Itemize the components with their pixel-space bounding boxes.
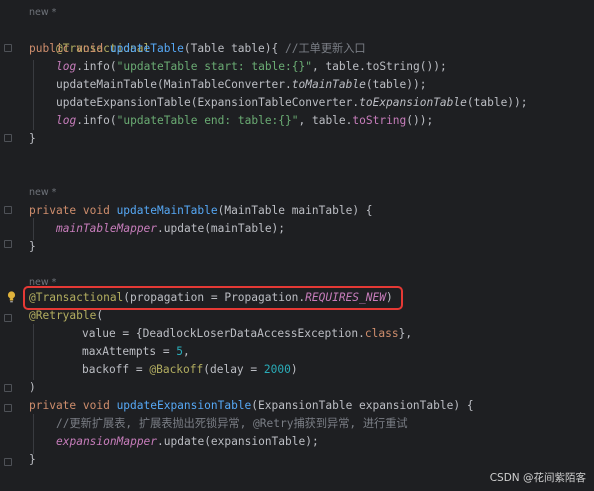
- keyword-token: private void: [29, 399, 117, 412]
- code-line[interactable]: }: [29, 130, 36, 148]
- comment-token: //更新扩展表, 扩展表抛出死锁异常, @Retry捕获到异常, 进行重试: [56, 417, 408, 430]
- code-text: updateMainTable(MainTableConverter.: [56, 78, 292, 91]
- field-token: expansionMapper: [56, 435, 158, 448]
- fold-marker-icon[interactable]: [4, 240, 12, 248]
- code-text: .info(: [76, 114, 117, 127]
- code-line[interactable]: private void updateMainTable(MainTable m…: [29, 202, 373, 220]
- author-hint[interactable]: new *: [29, 184, 56, 202]
- code-text: value = {DeadlockLoserDataAccessExceptio…: [82, 327, 365, 340]
- fold-marker-icon[interactable]: [4, 314, 12, 322]
- number-token: 2000: [263, 363, 291, 376]
- code-line[interactable]: backoff = @Backoff(delay = 2000): [82, 361, 298, 379]
- code-line[interactable]: expansionMapper.update(expansionTable);: [56, 433, 319, 451]
- static-method-token: toExpansionTable: [359, 96, 467, 109]
- code-text: }: [29, 240, 36, 253]
- indent-guide: [33, 324, 34, 380]
- code-line[interactable]: }: [29, 451, 36, 469]
- code-text: ,: [183, 345, 190, 358]
- fold-marker-icon[interactable]: [4, 206, 12, 214]
- indent-guide: [33, 414, 34, 454]
- code-text: (: [96, 309, 104, 322]
- string-token: "updateTable start: table:{}": [116, 60, 312, 73]
- code-line[interactable]: @Retryable(: [29, 307, 103, 325]
- code-text: .update(mainTable);: [157, 222, 286, 235]
- fold-marker-icon[interactable]: [4, 404, 12, 412]
- method-name: updateTable: [109, 42, 184, 55]
- code-text: backoff =: [82, 363, 150, 376]
- code-text: maxAttempts =: [82, 345, 177, 358]
- code-line[interactable]: mainTableMapper.update(mainTable);: [56, 220, 285, 238]
- watermark: CSDN @花间紫陌客: [489, 472, 586, 484]
- string-token: "updateTable end: table:{}": [116, 114, 299, 127]
- code-text: (table));: [365, 78, 427, 91]
- code-text: (delay =: [203, 363, 264, 376]
- code-line[interactable]: ): [29, 379, 36, 397]
- fold-marker-icon[interactable]: [4, 458, 12, 466]
- comment-token: //工单更新入口: [284, 42, 366, 55]
- code-line[interactable]: value = {DeadlockLoserDataAccessExceptio…: [82, 325, 412, 343]
- keyword-token: private void: [29, 204, 117, 217]
- field-token: mainTableMapper: [56, 222, 158, 235]
- code-text: (MainTable mainTable) {: [217, 204, 373, 217]
- code-text: (table));: [466, 96, 528, 109]
- code-line[interactable]: @Transactional: [29, 22, 150, 55]
- code-text: (Table table){: [183, 42, 285, 55]
- code-text: updateExpansionTable(ExpansionTableConve…: [56, 96, 360, 109]
- code-line[interactable]: //更新扩展表, 扩展表抛出死锁异常, @Retry捕获到异常, 进行重试: [56, 415, 408, 433]
- code-text: , table.toString());: [311, 60, 447, 73]
- keyword-token: class: [364, 327, 399, 340]
- field-token: log: [56, 114, 77, 127]
- code-text: , table.: [298, 114, 353, 127]
- code-line[interactable]: public void updateTable(Table table){ //…: [29, 40, 366, 58]
- code-text: ());: [406, 114, 434, 127]
- code-text: .update(expansionTable);: [157, 435, 319, 448]
- code-line[interactable]: log.info("updateTable end: table:{}", ta…: [56, 112, 433, 130]
- lightbulb-icon[interactable]: [7, 291, 16, 303]
- keyword-token: public void: [29, 42, 110, 55]
- code-text: }: [29, 132, 36, 145]
- code-text: (ExpansionTable expansionTable) {: [251, 399, 474, 412]
- method-token: toString: [352, 114, 407, 127]
- code-editor[interactable]: new * @Transactional public void updateT…: [0, 0, 594, 491]
- fold-marker-icon[interactable]: [4, 384, 12, 392]
- code-line[interactable]: updateExpansionTable(ExpansionTableConve…: [56, 94, 528, 112]
- code-text: ): [290, 363, 298, 376]
- fold-marker-icon[interactable]: [4, 134, 12, 142]
- code-text: ): [29, 381, 36, 394]
- method-name: updateExpansionTable: [116, 399, 252, 412]
- code-line[interactable]: log.info("updateTable start: table:{}", …: [56, 58, 447, 76]
- annotation-token: @Backoff: [149, 363, 204, 376]
- indent-guide: [33, 218, 34, 240]
- fold-marker-icon[interactable]: [4, 44, 12, 52]
- code-line[interactable]: maxAttempts = 5,: [82, 343, 190, 361]
- field-token: log: [56, 60, 77, 73]
- method-name: updateMainTable: [116, 204, 218, 217]
- code-text: },: [398, 327, 413, 340]
- code-line[interactable]: private void updateExpansionTable(Expans…: [29, 397, 474, 415]
- static-method-token: toMainTable: [291, 78, 366, 91]
- code-text: }: [29, 453, 36, 466]
- author-hint[interactable]: new *: [29, 4, 56, 22]
- code-line[interactable]: updateMainTable(MainTableConverter.toMai…: [56, 76, 426, 94]
- code-text: .info(: [76, 60, 117, 73]
- annotation-token: @Retryable: [29, 309, 97, 322]
- code-line[interactable]: }: [29, 238, 36, 256]
